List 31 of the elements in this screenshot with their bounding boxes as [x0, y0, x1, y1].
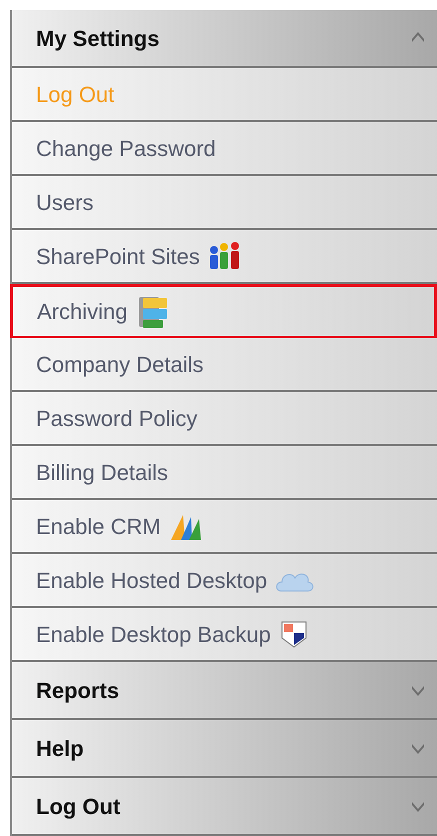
item-label: Billing Details — [36, 458, 168, 487]
backup-shield-icon — [278, 619, 309, 649]
section-header[interactable]: My Settings — [12, 10, 437, 68]
item-label: Archiving — [37, 298, 128, 326]
menu-item[interactable]: Enable Desktop Backup — [12, 608, 437, 662]
section-header[interactable]: Log Out — [12, 778, 437, 836]
item-label: Enable Hosted Desktop — [36, 566, 268, 595]
section-title: Reports — [36, 676, 120, 705]
item-label: Users — [36, 188, 94, 216]
item-label: SharePoint Sites — [36, 242, 200, 270]
item-label: Log Out — [36, 80, 114, 109]
menu-item[interactable]: Enable Hosted Desktop — [12, 554, 437, 608]
section-title: Log Out — [36, 792, 120, 821]
item-label: Password Policy — [36, 404, 198, 433]
menu-item[interactable]: Password Policy — [12, 392, 437, 446]
menu-item[interactable]: SharePoint Sites — [12, 230, 437, 284]
item-label: Enable CRM — [36, 512, 161, 540]
menu-item[interactable]: Company Details — [12, 338, 437, 392]
menu-item[interactable]: Change Password — [12, 122, 437, 176]
menu-item[interactable]: Users — [12, 176, 437, 230]
section-header[interactable]: Reports — [12, 662, 437, 720]
menu-item[interactable]: Billing Details — [12, 446, 437, 500]
item-label: Change Password — [36, 134, 216, 163]
item-label: Company Details — [36, 350, 204, 379]
menu-item[interactable]: Archiving — [10, 284, 437, 338]
people-icon — [208, 241, 242, 271]
menu-item[interactable]: Enable CRM — [12, 500, 437, 554]
section-title: My Settings — [36, 24, 160, 53]
section-header[interactable]: Help — [12, 720, 437, 778]
section-title: Help — [36, 734, 84, 763]
item-label: Enable Desktop Backup — [36, 620, 271, 649]
